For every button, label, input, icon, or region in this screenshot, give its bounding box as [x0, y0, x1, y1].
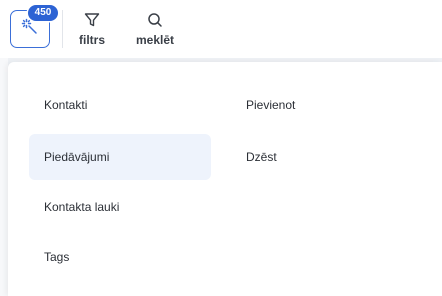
- dropdown-panel: Kontakti Piedāvājumi Kontakta lauki Tags…: [8, 62, 442, 296]
- toolbar: 450 filtrs meklēt: [0, 0, 442, 58]
- count-badge: 450: [28, 5, 58, 21]
- menu-item-kontakti[interactable]: Kontakti: [29, 82, 211, 128]
- filter-button[interactable]: filtrs: [76, 12, 108, 47]
- menu-item-piedavajumi[interactable]: Piedāvājumi: [29, 134, 211, 180]
- toolbar-divider: [62, 10, 63, 48]
- menu-item-kontakta-lauki[interactable]: Kontakta lauki: [29, 184, 211, 230]
- menu-item-dzest[interactable]: Dzēst: [231, 134, 413, 180]
- menu-item-pievienot[interactable]: Pievienot: [231, 82, 413, 128]
- menu-item-tags[interactable]: Tags: [29, 234, 211, 280]
- search-label: meklēt: [135, 33, 175, 47]
- search-button[interactable]: meklēt: [134, 12, 176, 47]
- search-icon: [147, 12, 163, 33]
- background-strip: [0, 58, 8, 296]
- filter-label: filtrs: [78, 33, 105, 47]
- filter-icon: [84, 12, 100, 33]
